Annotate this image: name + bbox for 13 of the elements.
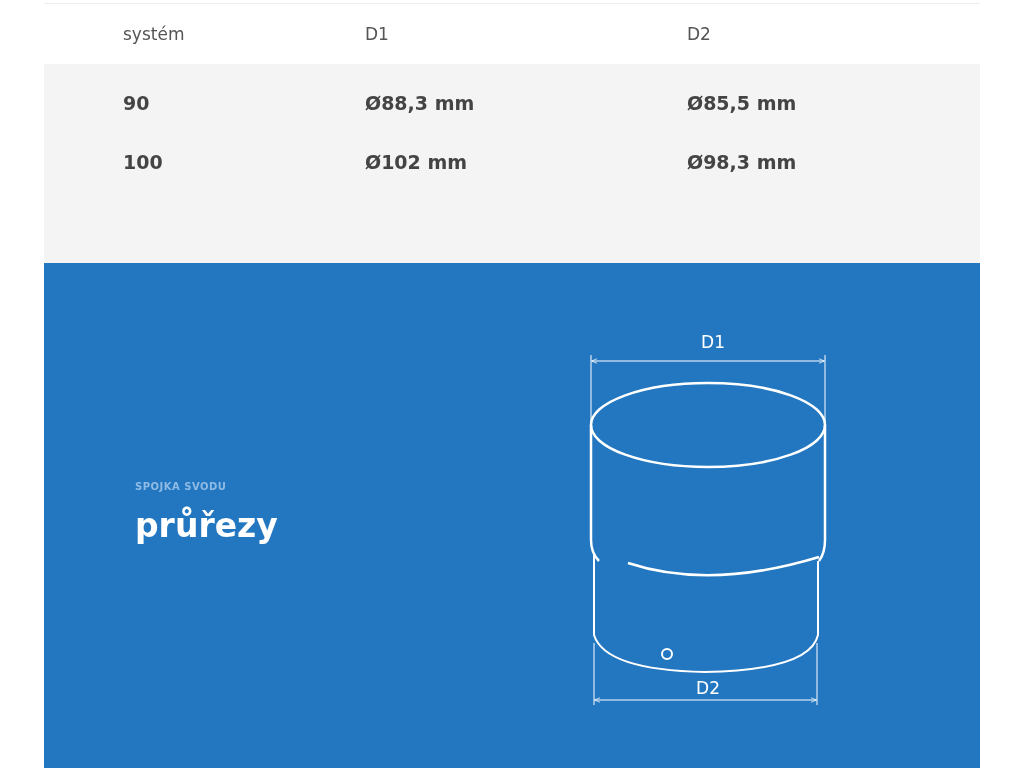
column-header: D1 (365, 24, 390, 44)
table-cell-text: 100 (123, 151, 164, 175)
table-cell-text: Ø85,5 mm (687, 92, 798, 116)
column-header: D2 (687, 24, 712, 44)
dimension-label: D2 (696, 678, 720, 698)
table-cell-text: Ø88,3 mm (365, 92, 476, 116)
section-title: průřezy (135, 506, 278, 545)
table-cell-text: Ø98,3 mm (687, 151, 798, 175)
table-cell-text: 90 (123, 92, 151, 116)
dimension-label: D1 (701, 332, 725, 352)
section-eyebrow: SPOJKA SVODU (135, 481, 227, 492)
column-header: systém (123, 24, 186, 44)
table-cell-text: Ø102 mm (365, 151, 469, 175)
